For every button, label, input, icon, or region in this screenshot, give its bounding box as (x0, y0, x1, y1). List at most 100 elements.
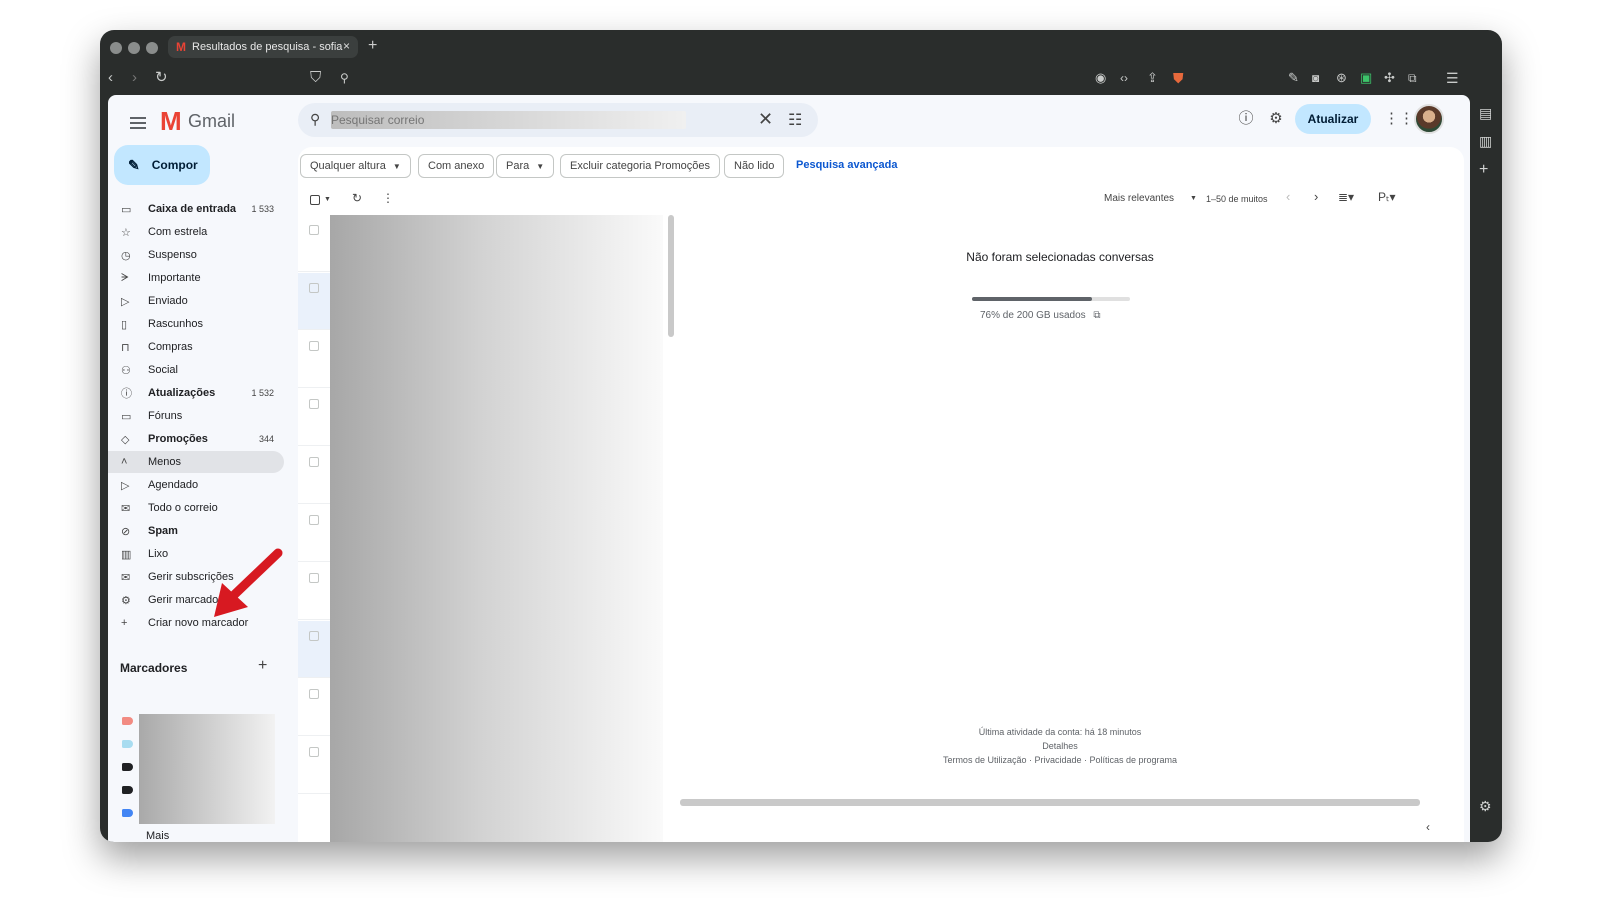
browser-tab[interactable]: M Resultados de pesquisa - sofia × (168, 36, 358, 58)
pen-extension-icon[interactable]: ✎ (1288, 69, 1299, 87)
close-tab-icon[interactable]: × (343, 39, 350, 53)
sort-label[interactable]: Mais relevantes (1104, 193, 1174, 204)
sidebar-toggle-icon[interactable]: ⧉ (1408, 69, 1417, 87)
add-panel-icon[interactable]: + (1479, 161, 1488, 179)
avatar[interactable] (1414, 104, 1444, 134)
row-checkbox[interactable] (309, 283, 319, 293)
sort-dropdown-icon[interactable]: ▼ (1190, 195, 1197, 202)
select-all-checkbox[interactable] (310, 195, 320, 205)
extension-icon[interactable]: ⊛ (1336, 69, 1347, 87)
sidebar-item-promotions[interactable]: ◇ Promoções 344 (108, 428, 284, 450)
labels-more-link[interactable]: Mais (146, 830, 169, 842)
row-checkbox[interactable] (309, 225, 319, 235)
new-tab-button[interactable]: + (368, 37, 377, 55)
filter-chip-exclude-promotions[interactable]: Excluir categoria Promoções (560, 154, 721, 178)
sidebar-item-starred[interactable]: ☆ Com estrela (108, 221, 284, 243)
sidebar-item-less[interactable]: ˄ Menos (108, 451, 284, 473)
bookmarks-panel-icon[interactable]: ▥ (1479, 133, 1492, 150)
bookmark-icon[interactable]: ⛉ (310, 69, 321, 87)
select-dropdown-icon[interactable]: ▼ (324, 196, 331, 203)
filter-chip-unread[interactable]: Não lido (724, 154, 785, 178)
reader-eye-icon[interactable]: ◉ (1095, 69, 1106, 87)
settings-icon[interactable]: ⚙ (1266, 109, 1286, 129)
close-window-button[interactable] (110, 42, 122, 54)
apps-grid-icon[interactable]: ⋮⋮ (1384, 109, 1414, 129)
chevron-up-icon: ˄ (121, 456, 128, 468)
refresh-icon[interactable]: ↻ (352, 191, 362, 205)
storage-progress-bar (972, 297, 1130, 301)
browser-window: M Resultados de pesquisa - sofia × + ‹ ›… (100, 30, 1502, 842)
label-color-tag-icon[interactable] (122, 717, 133, 725)
row-checkbox[interactable] (309, 515, 319, 525)
zoom-window-button[interactable] (146, 42, 158, 54)
advanced-search-link[interactable]: Pesquisa avançada (796, 159, 898, 171)
sidebar-item-snoozed[interactable]: ◷ Suspenso (108, 244, 284, 266)
external-link-icon[interactable]: ⧉ (1093, 310, 1100, 321)
prev-page-icon[interactable]: ‹ (1286, 189, 1290, 204)
filter-chip-to[interactable]: Para ▼ (496, 154, 555, 178)
gmail-logo-icon[interactable]: M (160, 106, 182, 137)
share-icon[interactable]: ⇪ (1147, 69, 1158, 87)
details-link[interactable]: Detalhes (860, 741, 1260, 751)
density-icon[interactable]: ≣▾ (1338, 190, 1354, 204)
sidebar-item-important[interactable]: ᗒ Importante (108, 267, 284, 289)
row-checkbox[interactable] (309, 573, 319, 583)
update-button[interactable]: Atualizar (1295, 104, 1371, 134)
site-settings-icon[interactable]: ⚲ (340, 69, 349, 87)
horizontal-scrollbar[interactable] (680, 799, 1420, 806)
minimize-window-button[interactable] (128, 42, 140, 54)
sidebar-item-forums[interactable]: ▭ Fóruns (108, 405, 284, 427)
label-color-tag-icon[interactable] (122, 763, 133, 771)
camera-extension-icon[interactable]: ◙ (1312, 69, 1319, 87)
sidebar-item-spam[interactable]: ⊘ Spam (108, 520, 284, 542)
clear-search-icon[interactable]: ✕ (758, 109, 773, 130)
gmail-wordmark[interactable]: Gmail (188, 111, 235, 132)
row-checkbox[interactable] (309, 399, 319, 409)
next-page-icon[interactable]: › (1314, 189, 1318, 204)
sidebar-settings-icon[interactable]: ⚙ (1479, 798, 1492, 815)
reading-list-icon[interactable]: ▤ (1479, 105, 1492, 122)
footer-links[interactable]: Termos de Utilização · Privacidade · Pol… (860, 755, 1260, 765)
row-checkbox[interactable] (309, 457, 319, 467)
filter-chip-any-time[interactable]: Qualquer altura ▼ (300, 154, 411, 178)
filter-chip-has-attachment[interactable]: Com anexo (418, 154, 495, 178)
help-icon[interactable]: ⓘ (1236, 109, 1256, 129)
brave-shield-icon[interactable]: ⛊ (1173, 69, 1184, 87)
sidebar-item-drafts[interactable]: ▯ Rascunhos (108, 313, 284, 335)
vertical-scrollbar[interactable] (668, 215, 674, 337)
label-color-tag-icon[interactable] (122, 809, 133, 817)
add-label-icon[interactable]: + (258, 657, 267, 675)
row-checkbox[interactable] (309, 747, 319, 757)
code-icon[interactable]: ‹› (1120, 69, 1128, 87)
search-options-icon[interactable]: ☷ (788, 110, 802, 130)
forward-icon[interactable]: › (132, 69, 137, 87)
sidebar-item-updates[interactable]: ⓘ Atualizações 1 532 (108, 382, 284, 404)
compose-button[interactable]: ✎ Compor (114, 145, 210, 185)
sidebar-item-all-mail[interactable]: ✉ Todo o correio (108, 497, 284, 519)
lock-extension-icon[interactable]: ▣ (1360, 69, 1372, 87)
puzzle-icon[interactable]: ✣ (1384, 69, 1395, 87)
row-checkbox[interactable] (309, 689, 319, 699)
sidebar-item-inbox[interactable]: ▭ Caixa de entrada 1 533 (108, 198, 284, 220)
search-bar[interactable]: ⚲ ✕ ☷ (298, 103, 818, 137)
main-menu-icon[interactable] (130, 117, 146, 132)
menu-icon[interactable]: ☰ (1446, 69, 1459, 87)
row-checkbox[interactable] (309, 341, 319, 351)
sidebar-item-scheduled[interactable]: ▷ Agendado (108, 474, 284, 496)
label-color-tag-icon[interactable] (122, 786, 133, 794)
gmail-favicon-icon: M (176, 40, 186, 54)
sidebar-item-purchases[interactable]: ⊓ Compras (108, 336, 284, 358)
label-color-tag-icon[interactable] (122, 740, 133, 748)
search-icon[interactable]: ⚲ (310, 111, 320, 128)
storage-usage-text[interactable]: 76% de 200 GB usados ⧉ (980, 310, 1101, 321)
row-checkbox[interactable] (309, 631, 319, 641)
sidebar-item-social[interactable]: ⚇ Social (108, 359, 284, 381)
info-icon: ⓘ (121, 388, 132, 400)
input-tools-icon[interactable]: Pₜ▾ (1378, 190, 1396, 204)
sidebar-item-sent[interactable]: ▷ Enviado (108, 290, 284, 312)
search-input[interactable] (331, 111, 686, 129)
collapse-side-panel-icon[interactable]: ‹ (1426, 820, 1442, 836)
back-icon[interactable]: ‹ (108, 69, 113, 87)
more-options-icon[interactable]: ⋮ (382, 191, 394, 205)
reload-icon[interactable]: ↻ (155, 69, 168, 87)
